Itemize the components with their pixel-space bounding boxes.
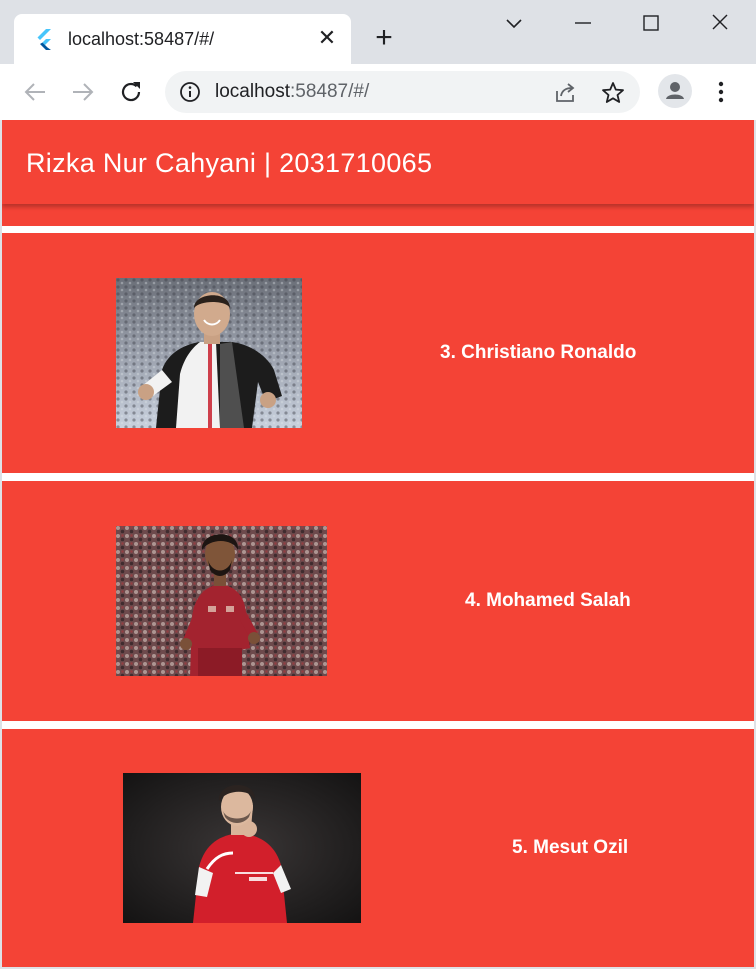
url-path: :58487/#/ (290, 81, 370, 102)
tab-search-icon[interactable] (494, 10, 534, 38)
browser-toolbar: localhost:58487/#/ (0, 64, 756, 120)
tab-title: localhost:58487/#/ (68, 29, 215, 49)
app-title: Rizka Nur Cahyani | 2031710065 (26, 148, 433, 178)
info-icon[interactable] (179, 81, 201, 103)
share-icon[interactable] (553, 80, 579, 106)
maximize-icon[interactable] (631, 10, 671, 38)
player-card[interactable]: 3. Christiano Ronaldo (2, 233, 754, 473)
new-tab-button[interactable]: + (370, 23, 398, 53)
player-photo (116, 526, 327, 676)
player-name: 5. Mesut Ozil (512, 837, 629, 858)
browser-window: localhost:58487/#/ ✕ + localhost:58487/#… (0, 0, 756, 969)
profile-avatar-icon[interactable] (658, 74, 692, 108)
player-name: 4. Mohamed Salah (465, 590, 631, 611)
close-tab-icon[interactable]: ✕ (316, 26, 338, 50)
url-host: localhost (215, 81, 290, 102)
player-card[interactable]: 4. Mohamed Salah (2, 481, 754, 721)
more-menu-icon[interactable] (710, 78, 732, 106)
bookmark-star-icon[interactable] (600, 80, 626, 106)
minimize-icon[interactable] (563, 10, 603, 38)
browser-tab[interactable]: localhost:58487/#/ ✕ (14, 14, 351, 64)
reload-icon[interactable] (116, 77, 146, 107)
url-text: localhost:58487/#/ (215, 81, 369, 103)
player-name: 3. Christiano Ronaldo (440, 342, 637, 363)
flutter-logo-icon (34, 28, 54, 50)
app-viewport: Rizka Nur Cahyani | 2031710065 3. Christ… (2, 120, 754, 967)
forward-arrow-icon[interactable] (68, 77, 98, 107)
close-window-icon[interactable] (700, 10, 740, 38)
app-bar: Rizka Nur Cahyani | 2031710065 (2, 120, 754, 204)
player-photo (116, 278, 302, 428)
tab-strip: localhost:58487/#/ ✕ + (0, 0, 756, 64)
player-photo (123, 773, 361, 923)
list-card-partial (2, 204, 754, 226)
player-card[interactable]: 5. Mesut Ozil (2, 729, 754, 967)
back-arrow-icon[interactable] (20, 77, 50, 107)
address-bar[interactable]: localhost:58487/#/ (165, 71, 640, 113)
